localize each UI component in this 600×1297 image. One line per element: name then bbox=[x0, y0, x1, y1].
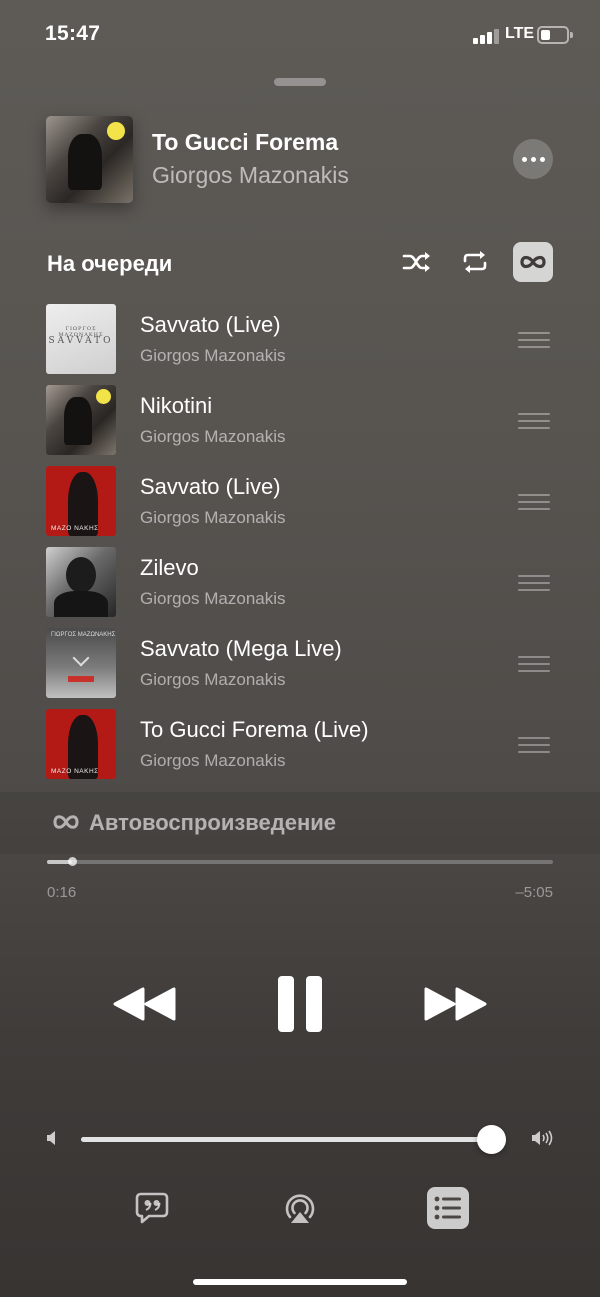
queue-item-title: Zilevo bbox=[140, 555, 199, 580]
repeat-icon bbox=[463, 251, 487, 273]
reorder-handle-icon[interactable] bbox=[518, 413, 550, 429]
shuffle-button[interactable] bbox=[397, 242, 437, 282]
rewind-icon bbox=[113, 987, 176, 1021]
speaker-high-icon bbox=[532, 1130, 553, 1146]
now-playing-title: To Gucci Forema bbox=[152, 129, 339, 155]
queue-item-4[interactable]: Zilevo Giorgos Mazonakis bbox=[0, 543, 600, 623]
remaining-time: –5:05 bbox=[515, 884, 553, 901]
queue-item-artist: Giorgos Mazonakis bbox=[140, 670, 286, 689]
queue-item-artwork bbox=[46, 547, 116, 617]
queue-item-artist: Giorgos Mazonakis bbox=[140, 427, 286, 446]
sheet-grabber[interactable] bbox=[274, 78, 326, 86]
reorder-handle-icon[interactable] bbox=[518, 737, 550, 753]
queue-item-title: Savvato (Live) bbox=[140, 474, 281, 499]
queue-item-artwork: MAZO NAKHΣ bbox=[46, 466, 116, 536]
queue-item-artwork: MAZO NAKHΣ bbox=[46, 709, 116, 779]
more-options-button[interactable] bbox=[513, 139, 553, 179]
now-playing-artist[interactable]: Giorgos Mazonakis bbox=[152, 162, 349, 189]
queue-item-1[interactable]: ΓΙΩΡΓΟΣ ΜΑΖΩΝΑΚΗΣ SAVVATO Savvato (Live)… bbox=[0, 300, 600, 380]
queue-item-title: To Gucci Forema (Live) bbox=[140, 717, 369, 742]
previous-track-button[interactable] bbox=[110, 972, 180, 1036]
volume-slider-knob[interactable] bbox=[476, 1125, 506, 1154]
pause-button[interactable] bbox=[265, 972, 335, 1036]
shuffle-icon bbox=[402, 252, 430, 272]
queue-item-artwork: ΓΙΩΡΓΟΣ ΜΑΖΩΝΑΚΗΣ bbox=[46, 628, 116, 698]
queue-item-5[interactable]: ΓΙΩΡΓΟΣ ΜΑΖΩΝΑΚΗΣ Savvato (Mega Live) Gi… bbox=[0, 624, 600, 704]
status-bar: 15:47 LTE bbox=[0, 0, 600, 70]
speaker-low-icon bbox=[47, 1131, 55, 1145]
autoplay-label: Автовоспроизведение bbox=[89, 810, 337, 835]
infinity-icon bbox=[520, 255, 546, 269]
fast-forward-icon bbox=[424, 987, 487, 1021]
network-type: LTE bbox=[505, 25, 535, 42]
autoplay-toggle-button[interactable] bbox=[513, 242, 553, 282]
queue-item-artist: Giorgos Mazonakis bbox=[140, 508, 286, 527]
reorder-handle-icon[interactable] bbox=[518, 332, 550, 348]
volume-slider[interactable] bbox=[81, 1125, 506, 1154]
queue-item-artwork: ΓΙΩΡΓΟΣ ΜΑΖΩΝΑΚΗΣ SAVVATO bbox=[46, 304, 116, 374]
playback-scrubber[interactable] bbox=[47, 857, 553, 866]
battery-icon bbox=[537, 26, 573, 44]
reorder-handle-icon[interactable] bbox=[518, 656, 550, 672]
reorder-handle-icon[interactable] bbox=[518, 494, 550, 510]
queue-button[interactable] bbox=[426, 1186, 470, 1230]
queue-item-title: Nikotini bbox=[140, 393, 213, 418]
queue-item-3[interactable]: MAZO NAKHΣ Savvato (Live) Giorgos Mazona… bbox=[0, 462, 600, 542]
queue-item-artist: Giorgos Mazonakis bbox=[140, 589, 286, 608]
queue-header: На очереди bbox=[47, 251, 173, 276]
lyrics-button[interactable] bbox=[130, 1186, 174, 1230]
airplay-icon bbox=[285, 1194, 315, 1223]
queue-item-artwork bbox=[46, 385, 116, 455]
queue-item-title: Savvato (Live) bbox=[140, 312, 281, 337]
queue-item-2[interactable]: Nikotini Giorgos Mazonakis bbox=[0, 381, 600, 461]
playback-scrubber-knob[interactable] bbox=[68, 857, 78, 866]
queue-item-artist: Giorgos Mazonakis bbox=[140, 346, 286, 365]
repeat-button[interactable] bbox=[455, 242, 495, 282]
elapsed-time: 0:16 bbox=[47, 884, 77, 901]
home-indicator[interactable] bbox=[193, 1279, 407, 1285]
status-time: 15:47 bbox=[45, 22, 101, 45]
next-track-button[interactable] bbox=[420, 972, 490, 1036]
volume-fill bbox=[81, 1137, 491, 1142]
signal-icon bbox=[473, 28, 499, 44]
pause-icon bbox=[278, 976, 322, 1032]
infinity-icon bbox=[53, 815, 79, 829]
queue-item-artist: Giorgos Mazonakis bbox=[140, 751, 286, 770]
now-playing-artwork bbox=[46, 116, 133, 203]
airplay-button[interactable] bbox=[278, 1186, 322, 1230]
queue-list-icon bbox=[427, 1187, 469, 1229]
queue-item-title: Savvato (Mega Live) bbox=[140, 636, 342, 661]
queue-item-6[interactable]: MAZO NAKHΣ To Gucci Forema (Live) Giorgo… bbox=[0, 705, 600, 785]
reorder-handle-icon[interactable] bbox=[518, 575, 550, 591]
lyrics-quote-icon bbox=[135, 1192, 169, 1224]
